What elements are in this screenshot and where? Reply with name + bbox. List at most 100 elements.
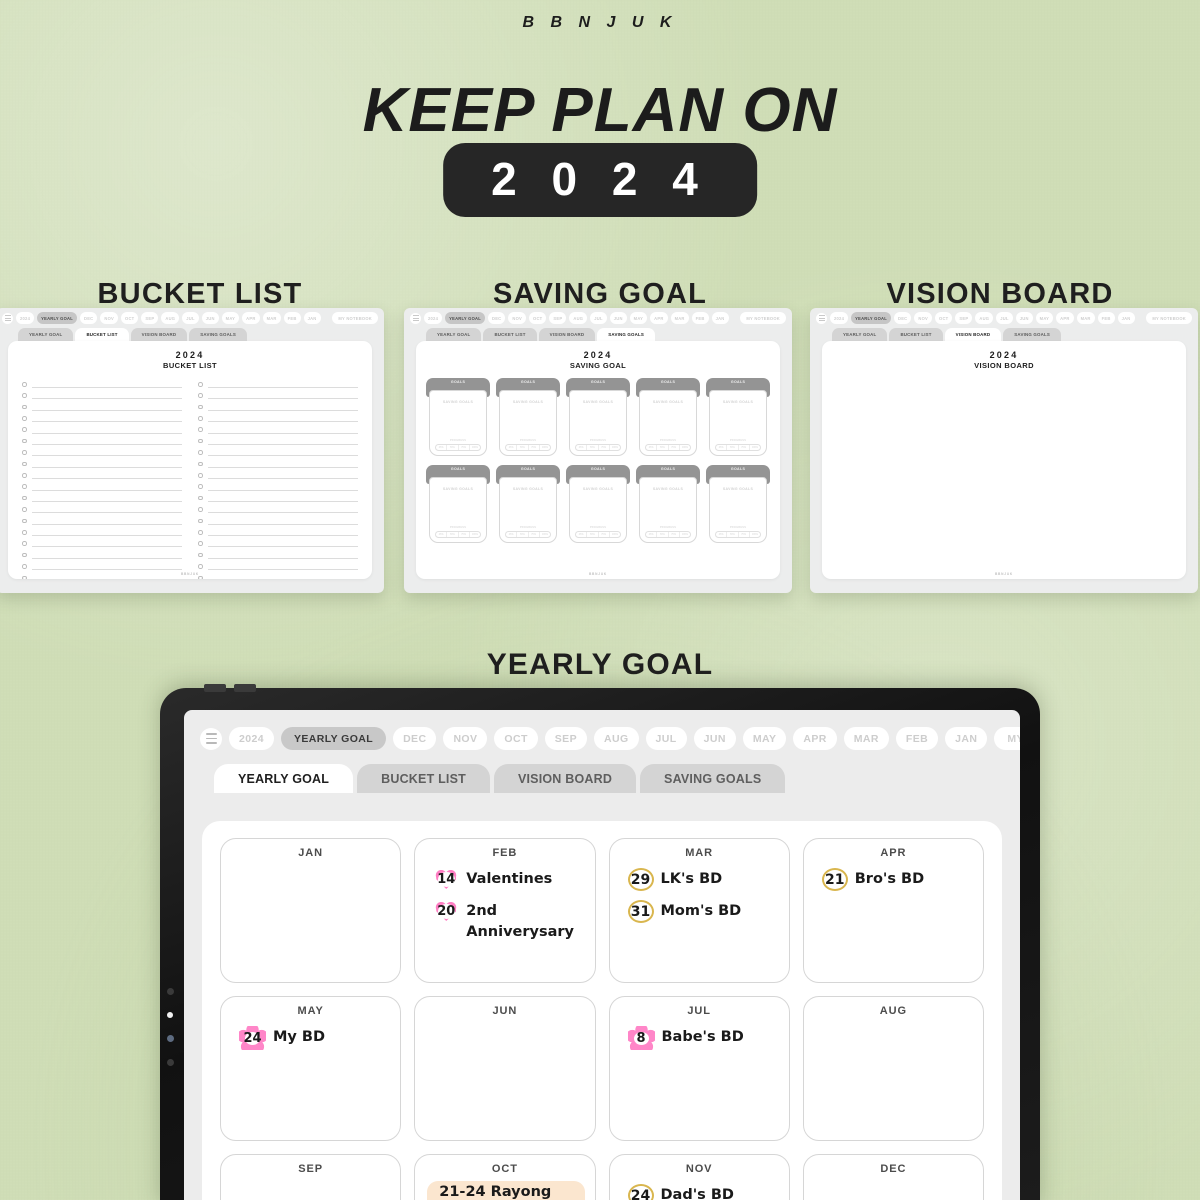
jar-progress-segment[interactable]: 100% (750, 532, 760, 537)
mini-pill-my-notebook[interactable]: MY NOTEBOOK (332, 312, 378, 324)
mini-pill-month-apr[interactable]: APR (1056, 312, 1074, 324)
mini-pill-month-aug[interactable]: AUG (161, 312, 180, 324)
bucket-list-write-line[interactable] (31, 489, 182, 491)
checkbox-circle-icon[interactable] (22, 381, 27, 387)
nav-pill-month-dec[interactable]: DEC (393, 727, 437, 750)
bucket-list-write-line[interactable] (31, 512, 182, 514)
nav-pill-month-mar[interactable]: MAR (843, 727, 889, 750)
calendar-entry[interactable]: 29 LK's BD (627, 868, 777, 891)
saving-goal-jar[interactable]: GOALS SAVING GOALS PROGRESS 25% 50% 75% 100% (706, 464, 770, 543)
jar-progress-bar[interactable]: 25% 50% 75% 100% (435, 531, 481, 539)
jar-progress-segment[interactable]: 50% (657, 532, 669, 538)
mini-pill-month-may[interactable]: MAY (1035, 312, 1054, 324)
bucket-list-row[interactable] (22, 411, 182, 423)
jar-progress-segment[interactable]: 25% (436, 532, 448, 538)
bucket-list-write-line[interactable] (31, 500, 182, 502)
bucket-list-write-line[interactable] (207, 535, 358, 537)
bucket-list-write-line[interactable] (31, 387, 182, 389)
calendar-cell-jun[interactable]: JUN (414, 996, 596, 1141)
jar-progress-segment[interactable]: 100% (680, 532, 690, 537)
calendar-entry[interactable]: 31 Mom's BD (627, 900, 777, 923)
mini-pill-month-oct[interactable]: OCT (121, 312, 139, 324)
jar-progress-segment[interactable]: 100% (470, 445, 480, 450)
checkbox-circle-icon[interactable] (198, 450, 203, 455)
checkbox-circle-icon[interactable] (22, 530, 27, 535)
mini-tab-vision-board[interactable]: VISION BOARD (538, 328, 596, 341)
mini-pill-month-mar[interactable]: MAR (262, 312, 281, 324)
preview-card-vision-board[interactable]: 2024 YEARLY GOAL DEC NOV OCT SEP AUG JUL JUN MA… (810, 308, 1198, 593)
mini-pill-year[interactable]: 2024 (16, 312, 35, 324)
jar-progress-segment[interactable]: 100% (750, 445, 760, 450)
calendar-entry[interactable]: 14 Valentines (433, 868, 582, 891)
preview-card-bucket-list[interactable]: 2024 YEARLY GOAL DEC NOV OCT SEP AUG JUL JUN MA… (0, 308, 384, 593)
calendar-cell-aug[interactable]: AUG (802, 996, 984, 1141)
calendar-entry[interactable]: 21 Bro's BD (821, 868, 971, 891)
bucket-list-row[interactable] (198, 399, 358, 411)
bucket-list-write-line[interactable] (31, 421, 182, 423)
checkbox-circle-icon[interactable] (22, 438, 27, 444)
checkbox-circle-icon[interactable] (198, 552, 203, 558)
calendar-cell-feb[interactable]: FEB 14 Valentines 20 2nd Anniverysary (414, 838, 596, 983)
mini-pill-my-notebook[interactable]: MY NOTEBOOK (1146, 312, 1192, 324)
mini-pill-month-jul[interactable]: JUL (182, 312, 199, 324)
jar-body[interactable]: SAVING GOALS PROGRESS 25% 50% 75% 100% (429, 476, 487, 543)
checkbox-circle-icon[interactable] (22, 393, 27, 398)
bucket-list-write-line[interactable] (31, 546, 182, 548)
jar-progress-bar[interactable]: 25% 50% 75% 100% (505, 444, 551, 452)
checkbox-circle-icon[interactable] (198, 427, 203, 433)
bucket-list-row[interactable] (198, 525, 358, 537)
mini-pill-month-jun[interactable]: JUN (1015, 312, 1033, 324)
jar-progress-segment[interactable]: 25% (436, 445, 448, 451)
nav-pill-month-aug[interactable]: AUG (594, 727, 639, 750)
bucket-list-row[interactable] (198, 547, 358, 559)
preview-card-saving-goal[interactable]: 2024 YEARLY GOAL DEC NOV OCT SEP AUG JUL JUN MA… (404, 308, 792, 593)
bucket-list-write-line[interactable] (207, 478, 358, 480)
jar-progress-segment[interactable]: 75% (459, 445, 470, 451)
jar-progress-segment[interactable]: 75% (739, 445, 750, 451)
jar-progress-segment[interactable]: 75% (599, 532, 610, 538)
bucket-list-row[interactable] (198, 388, 358, 400)
bucket-list-row[interactable] (22, 422, 182, 434)
nav-pill-month-jun[interactable]: JUN (693, 727, 736, 750)
jar-progress-segment[interactable]: 100% (470, 532, 480, 537)
checkbox-circle-icon[interactable] (22, 541, 27, 546)
jar-progress-segment[interactable]: 100% (610, 445, 620, 450)
nav-pill-yearly-goal[interactable]: YEARLY GOAL (280, 727, 387, 750)
mini-pill-month-oct[interactable]: OCT (935, 312, 953, 324)
bucket-list-write-line[interactable] (31, 557, 182, 559)
bucket-list-write-line[interactable] (207, 432, 358, 434)
jar-progress-segment[interactable]: 100% (540, 532, 550, 537)
bucket-list-row[interactable] (22, 434, 182, 445)
mini-pill-month-jun[interactable]: JUN (609, 312, 627, 324)
mini-tab-yearly-goal[interactable]: YEARLY GOAL (18, 328, 74, 341)
checkbox-circle-icon[interactable] (198, 404, 203, 410)
checkbox-circle-icon[interactable] (22, 416, 27, 421)
jar-progress-bar[interactable]: 25% 50% 75% 100% (575, 531, 621, 539)
saving-goal-jar[interactable]: GOALS SAVING GOALS PROGRESS 25% 50% 75% 100% (496, 377, 560, 456)
checkbox-circle-icon[interactable] (22, 427, 27, 433)
saving-goal-jar[interactable]: GOALS SAVING GOALS PROGRESS 25% 50% 75% 100% (636, 464, 700, 543)
mini-pill-month-feb[interactable]: FEB (1097, 312, 1115, 324)
bucket-list-write-line[interactable] (207, 443, 358, 445)
mini-tab-vision-board[interactable]: VISION BOARD (130, 328, 188, 341)
jar-progress-bar[interactable]: 25% 50% 75% 100% (575, 444, 621, 452)
bucket-list-write-line[interactable] (31, 523, 182, 525)
mini-pill-month-jan[interactable]: JAN (303, 312, 321, 324)
jar-progress-segment[interactable]: 100% (680, 445, 690, 450)
bucket-list-row[interactable] (22, 468, 182, 480)
nav-pill-year[interactable]: 2024 (229, 727, 274, 750)
mini-pill-month-feb[interactable]: FEB (283, 312, 301, 324)
jar-progress-segment[interactable]: 50% (727, 445, 739, 451)
mini-tab-bucket-list[interactable]: BUCKET LIST (75, 328, 129, 341)
bucket-list-write-line[interactable] (31, 535, 182, 537)
checkbox-circle-icon[interactable] (198, 564, 203, 569)
mini-pill-month-nov[interactable]: NOV (914, 312, 933, 324)
jar-progress-bar[interactable]: 25% 50% 75% 100% (645, 444, 691, 452)
calendar-cell-oct[interactable]: OCT 21-24 Rayong Trip (414, 1154, 596, 1200)
jar-progress-segment[interactable]: 75% (739, 532, 750, 538)
calendar-entry[interactable]: 20 2nd Anniverysary (433, 900, 582, 943)
bucket-list-row[interactable] (22, 491, 182, 502)
jar-progress-segment[interactable]: 25% (646, 532, 658, 538)
nav-pill-month-jul[interactable]: JUL (645, 727, 687, 750)
jar-body[interactable]: SAVING GOALS PROGRESS 25% 50% 75% 100% (569, 476, 627, 543)
